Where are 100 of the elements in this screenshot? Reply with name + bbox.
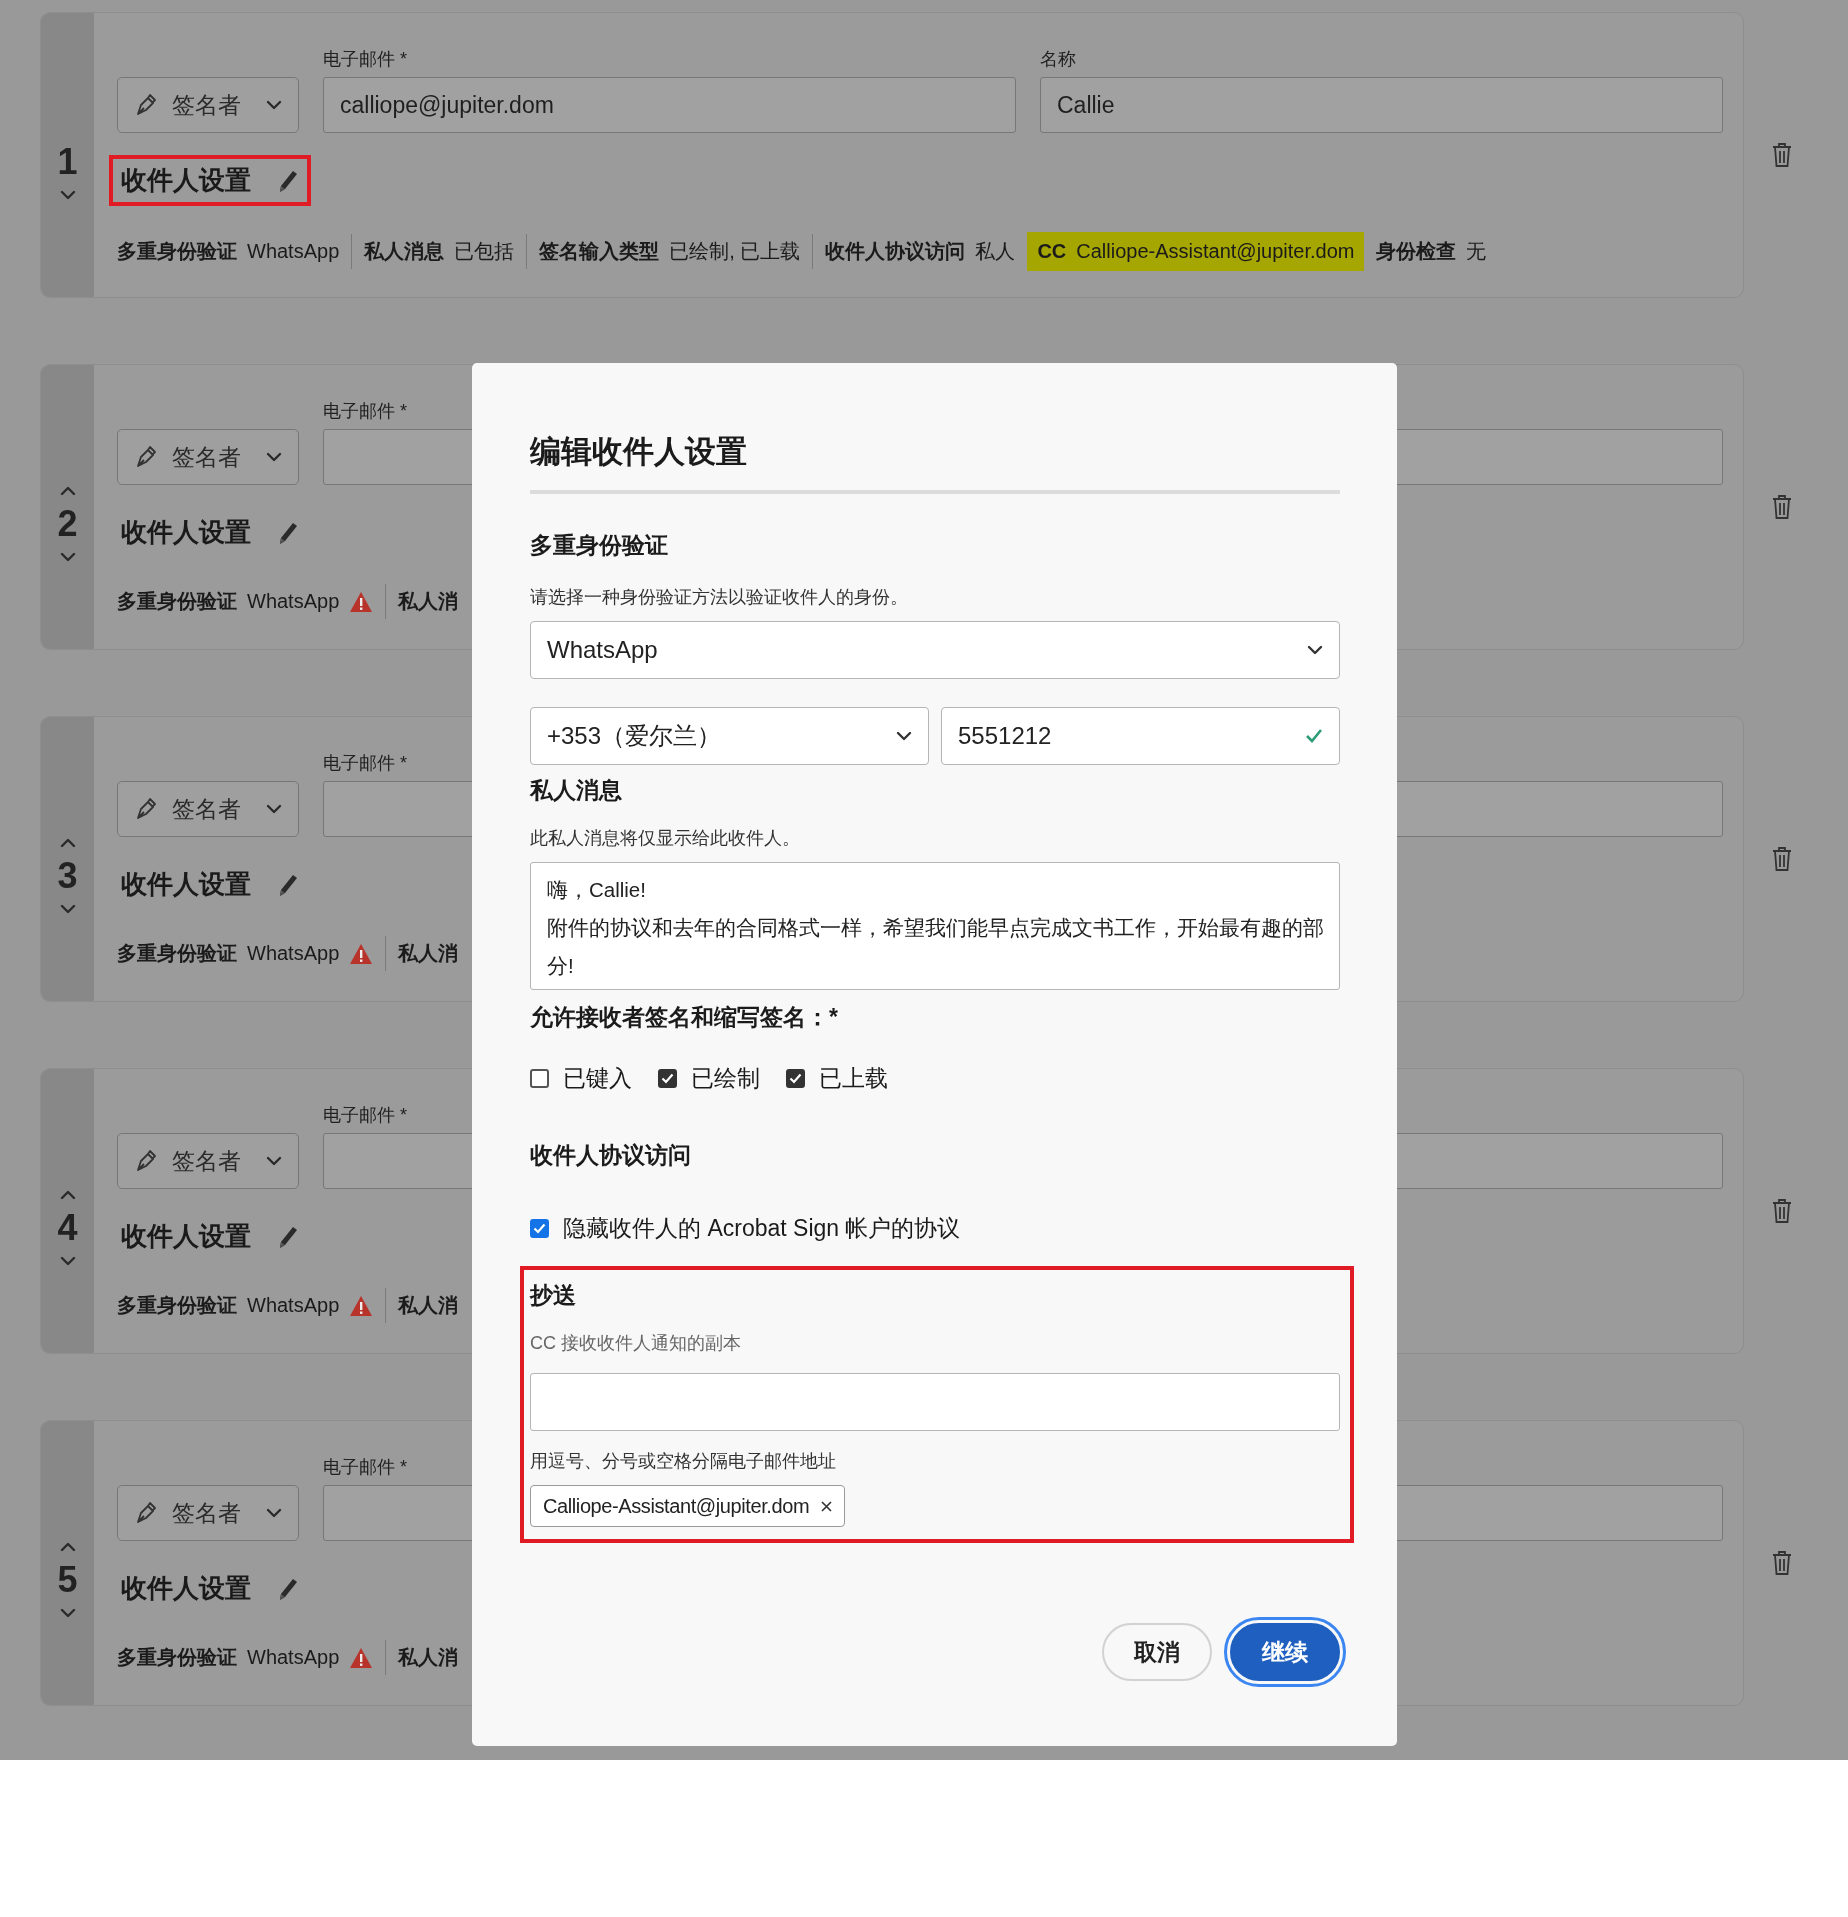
role-dropdown[interactable]: 签名者 xyxy=(117,1485,299,1541)
setting-label: 多重身份验证 xyxy=(117,1645,237,1670)
chevron-up-icon[interactable] xyxy=(59,1542,76,1552)
name-field[interactable]: Callie xyxy=(1040,77,1723,133)
setting-value: 私人 xyxy=(975,239,1016,264)
signature-type-checkbox[interactable]: 已上载 xyxy=(786,1063,888,1095)
field-label: 名称 xyxy=(1040,48,1076,69)
setting-label: CC xyxy=(1037,240,1067,263)
settings-label: 收件人设置 xyxy=(121,164,251,197)
chevron-down-icon xyxy=(896,731,912,742)
setting-label: 多重身份验证 xyxy=(117,941,237,966)
cc-field[interactable] xyxy=(530,1373,1340,1432)
chevron-down-icon[interactable] xyxy=(59,1608,76,1618)
setting-value: WhatsApp xyxy=(247,1646,340,1669)
chevron-down-icon xyxy=(266,1508,282,1518)
setting-value: 已包括 xyxy=(454,239,515,264)
setting-label: 私人消息 xyxy=(364,239,445,264)
signature-type-checkbox[interactable]: 已绘制 xyxy=(658,1063,760,1095)
section-heading: 允许接收者签名和缩写签名：* xyxy=(530,1003,839,1033)
role-dropdown[interactable]: 签名者 xyxy=(117,781,299,837)
phone-field[interactable]: 5551212 xyxy=(941,707,1340,766)
recipient-number: 3 xyxy=(57,858,78,894)
chevron-up-icon[interactable] xyxy=(59,486,76,496)
setting-label: 收件人协议访问 xyxy=(825,239,966,264)
settings-label: 收件人设置 xyxy=(121,1572,251,1605)
chevron-down-icon xyxy=(266,804,282,814)
chevron-down-icon xyxy=(1307,645,1323,656)
checkmark-icon xyxy=(661,1073,674,1085)
section-heading: 抄送 xyxy=(530,1281,577,1311)
chevron-down-icon[interactable] xyxy=(59,1256,76,1266)
setting-label: 签名输入类型 xyxy=(539,239,660,264)
chevron-down-icon[interactable] xyxy=(59,904,76,914)
setting-label: 私人消 xyxy=(398,941,459,966)
field-hint: 用逗号、分号或空格分隔电子邮件地址 xyxy=(530,1450,837,1474)
field-label: 电子邮件 * xyxy=(323,400,408,421)
pen-nib-icon xyxy=(134,1148,158,1174)
setting-value: 无 xyxy=(1466,239,1487,264)
pen-nib-icon xyxy=(134,444,158,470)
chevron-down-icon xyxy=(266,1156,282,1166)
chevron-up-icon[interactable] xyxy=(59,838,76,848)
settings-label: 收件人设置 xyxy=(121,868,251,901)
chevron-down-icon xyxy=(266,452,282,462)
setting-label: 私人消 xyxy=(398,1645,459,1670)
setting-label: 身份检查 xyxy=(1376,239,1457,264)
section-heading: 多重身份验证 xyxy=(530,531,669,561)
settings-label: 收件人设置 xyxy=(121,516,251,549)
warning-icon xyxy=(349,1294,374,1317)
trash-icon[interactable] xyxy=(1772,494,1792,520)
section-description: CC 接收收件人通知的副本 xyxy=(530,1332,742,1356)
email-field[interactable]: calliope@jupiter.dom xyxy=(323,77,1016,133)
dialog-title: 编辑收件人设置 xyxy=(530,433,748,471)
recipient-number: 4 xyxy=(57,1210,78,1246)
field-label: 电子邮件 * xyxy=(323,1104,408,1125)
setting-value: WhatsApp xyxy=(247,240,340,263)
setting-label: 私人消 xyxy=(398,1293,459,1318)
setting-value: WhatsApp xyxy=(247,942,340,965)
trash-icon[interactable] xyxy=(1772,1550,1792,1576)
method-dropdown[interactable]: WhatsApp xyxy=(530,621,1340,680)
checkmark-icon xyxy=(789,1073,802,1085)
recipient-number: 1 xyxy=(57,144,78,180)
role-dropdown[interactable]: 签名者 xyxy=(117,429,299,485)
setting-label: 多重身份验证 xyxy=(117,589,237,614)
setting-label: 私人消 xyxy=(398,589,459,614)
chevron-down-icon[interactable] xyxy=(59,190,76,200)
field-label: 电子邮件 * xyxy=(323,48,408,69)
checkmark-icon xyxy=(533,1223,546,1235)
trash-icon[interactable] xyxy=(1772,1198,1792,1224)
section-description: 请选择一种身份验证方法以验证收件人的身份。 xyxy=(530,586,909,610)
cancel-button[interactable]: 取消 xyxy=(1102,1623,1212,1682)
signature-type-checkbox[interactable]: 已键入 xyxy=(530,1063,632,1095)
chevron-up-icon[interactable] xyxy=(59,1190,76,1200)
close-icon[interactable] xyxy=(821,1500,833,1512)
setting-value: WhatsApp xyxy=(247,590,340,613)
recipient-number: 2 xyxy=(57,506,78,542)
settings-label: 收件人设置 xyxy=(121,1220,251,1253)
setting-label: 多重身份验证 xyxy=(117,239,237,264)
role-dropdown[interactable]: 签名者 xyxy=(117,77,299,133)
country-dropdown[interactable]: +353（爱尔兰） xyxy=(530,707,929,766)
warning-icon xyxy=(349,942,374,965)
section-heading: 收件人协议访问 xyxy=(530,1141,692,1171)
message-textarea[interactable]: 嗨，Callie! 附件的协议和去年的合同格式一样，希望我们能早点完成文书工作，开始最有趣的部分! xyxy=(530,862,1340,991)
email-chip: Calliope-Assistant@jupiter.dom xyxy=(530,1485,846,1528)
setting-value: 已绘制, 已上载 xyxy=(669,239,801,264)
section-description: 此私人消息将仅显示给此收件人。 xyxy=(530,827,801,851)
recipient-number: 5 xyxy=(57,1562,78,1598)
setting-label: 多重身份验证 xyxy=(117,1293,237,1318)
field-label: 电子邮件 * xyxy=(323,1456,408,1477)
pen-nib-icon xyxy=(134,92,158,118)
chevron-down-icon[interactable] xyxy=(59,552,76,562)
warning-icon xyxy=(349,590,374,613)
chevron-down-icon xyxy=(266,100,282,110)
trash-icon[interactable] xyxy=(1772,846,1792,872)
role-dropdown[interactable]: 签名者 xyxy=(117,1133,299,1189)
trash-icon[interactable] xyxy=(1772,142,1792,168)
warning-icon xyxy=(349,1646,374,1669)
pen-nib-icon xyxy=(134,1500,158,1526)
field-label: 电子邮件 * xyxy=(323,752,408,773)
hide-agreements-checkbox[interactable]: 隐藏收件人的 Acrobat Sign 帐户的协议 xyxy=(530,1213,961,1245)
setting-value: WhatsApp xyxy=(247,1294,340,1317)
pen-nib-icon xyxy=(134,796,158,822)
